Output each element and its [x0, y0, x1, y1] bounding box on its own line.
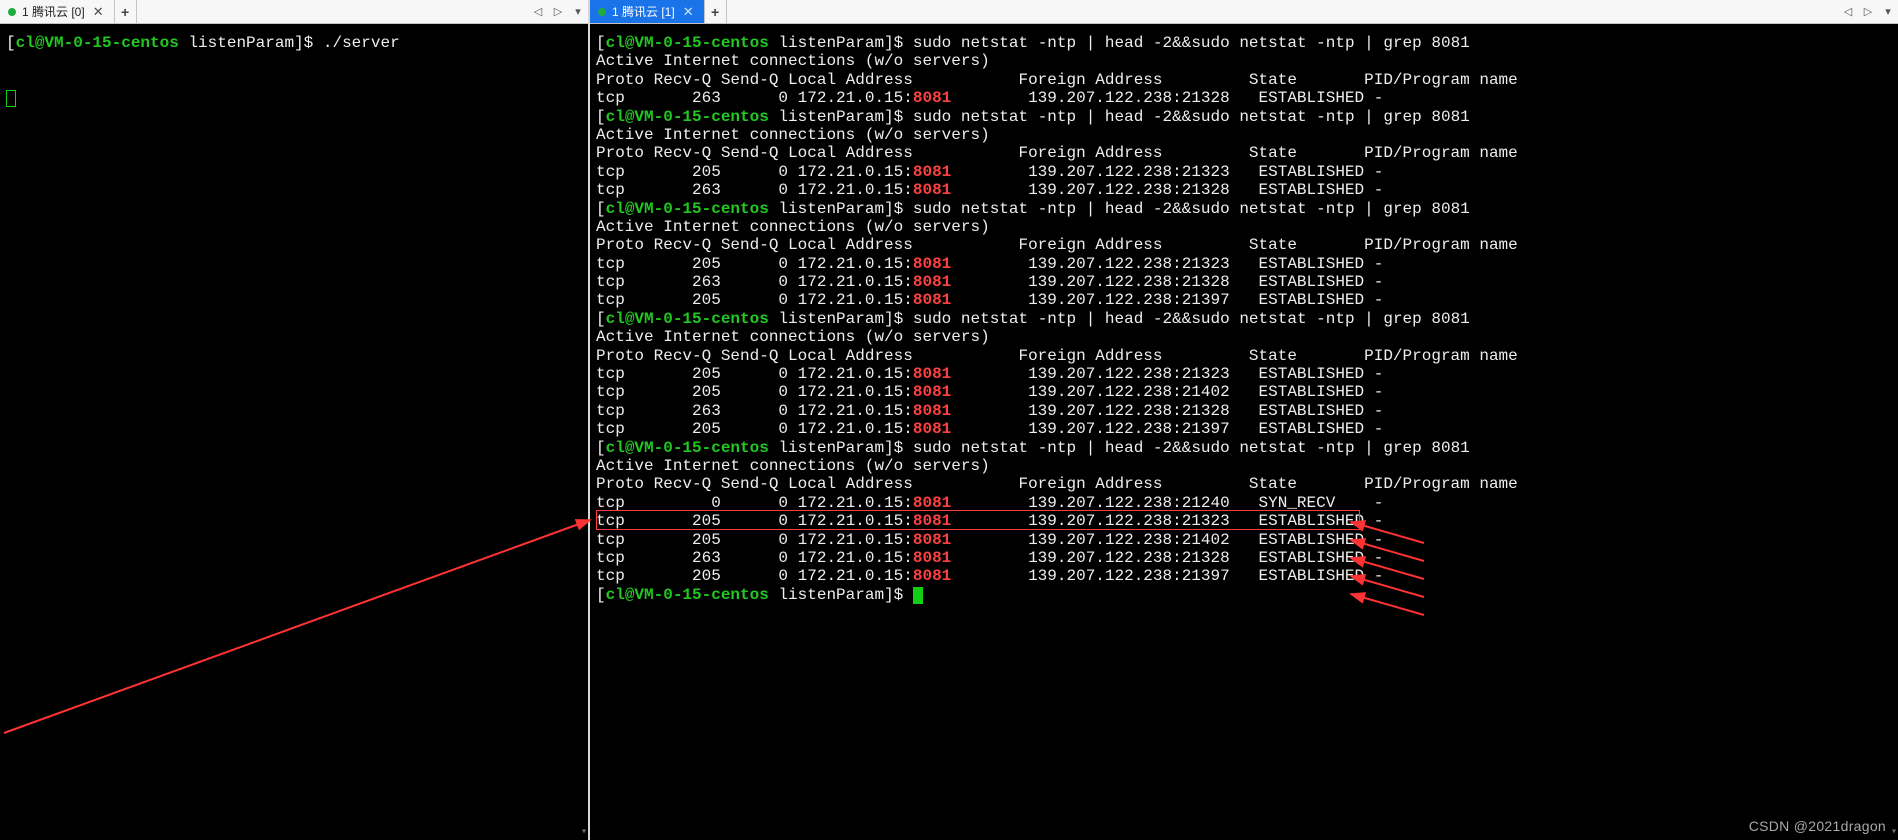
close-icon[interactable]: ✕ [683, 5, 694, 18]
netstat-header: Proto Recv-Q Send-Q Local Address Foreig… [596, 236, 1892, 254]
netstat-header: Proto Recv-Q Send-Q Local Address Foreig… [596, 475, 1892, 493]
left-tabbar: 1 腾讯云 [0] ✕ + ◁ ▷ ▾ [0, 0, 588, 24]
netstat-row: tcp 205 0 172.21.0.15:8081 139.207.122.2… [596, 365, 1892, 383]
status-dot-icon [598, 8, 606, 16]
active-connections-line: Active Internet connections (w/o servers… [596, 126, 1892, 144]
tab-right-session[interactable]: 1 腾讯云 [1] ✕ [590, 0, 705, 23]
tab-title: 1 腾讯云 [0] [22, 3, 85, 20]
plus-icon: + [711, 4, 719, 20]
close-icon[interactable]: ✕ [93, 5, 104, 18]
prompt-line: [cl@VM-0-15-centos listenParam]$ sudo ne… [596, 310, 1892, 328]
prompt-line: [cl@VM-0-15-centos listenParam]$ ./serve… [6, 34, 582, 52]
netstat-row: tcp 263 0 172.21.0.15:8081 139.207.122.2… [596, 402, 1892, 420]
tab-menu-icon[interactable]: ▾ [1878, 5, 1898, 18]
prompt-line: [cl@VM-0-15-centos listenParam]$ sudo ne… [596, 108, 1892, 126]
netstat-row: tcp 205 0 172.21.0.15:8081 139.207.122.2… [596, 163, 1892, 181]
prompt-line: [cl@VM-0-15-centos listenParam]$ sudo ne… [596, 200, 1892, 218]
right-tabbar: 1 腾讯云 [1] ✕ + ◁ ▷ ▾ [590, 0, 1898, 24]
tab-left-session[interactable]: 1 腾讯云 [0] ✕ [0, 0, 115, 23]
netstat-row: tcp 263 0 172.21.0.15:8081 139.207.122.2… [596, 89, 1892, 107]
terminal-left[interactable]: [cl@VM-0-15-centos listenParam]$ ./serve… [0, 24, 588, 840]
netstat-row: tcp 0 0 172.21.0.15:8081 139.207.122.238… [596, 494, 1892, 512]
active-connections-line: Active Internet connections (w/o servers… [596, 328, 1892, 346]
active-connections-line: Active Internet connections (w/o servers… [596, 218, 1892, 236]
plus-icon: + [121, 4, 129, 20]
tab-title: 1 腾讯云 [1] [612, 3, 675, 20]
terminal-right[interactable]: [cl@VM-0-15-centos listenParam]$ sudo ne… [590, 24, 1898, 840]
netstat-row: tcp 263 0 172.21.0.15:8081 139.207.122.2… [596, 273, 1892, 291]
watermark: CSDN @2021dragon [1749, 818, 1886, 834]
add-tab-button[interactable]: + [705, 0, 727, 23]
prompt-line: [cl@VM-0-15-centos listenParam]$ sudo ne… [596, 439, 1892, 457]
active-connections-line: Active Internet connections (w/o servers… [596, 52, 1892, 70]
netstat-row: tcp 205 0 172.21.0.15:8081 139.207.122.2… [596, 255, 1892, 273]
active-connections-line: Active Internet connections (w/o servers… [596, 457, 1892, 475]
netstat-row: tcp 205 0 172.21.0.15:8081 139.207.122.2… [596, 567, 1892, 585]
netstat-row: tcp 263 0 172.21.0.15:8081 139.207.122.2… [596, 181, 1892, 199]
tab-next-icon[interactable]: ▷ [548, 5, 568, 18]
netstat-row: tcp 205 0 172.21.0.15:8081 139.207.122.2… [596, 512, 1892, 530]
netstat-row: tcp 205 0 172.21.0.15:8081 139.207.122.2… [596, 291, 1892, 309]
tab-menu-icon[interactable]: ▾ [568, 5, 588, 18]
scroll-down-icon[interactable]: ▾ [1891, 827, 1897, 839]
netstat-header: Proto Recv-Q Send-Q Local Address Foreig… [596, 144, 1892, 162]
tab-prev-icon[interactable]: ◁ [528, 5, 548, 18]
netstat-row: tcp 205 0 172.21.0.15:8081 139.207.122.2… [596, 383, 1892, 401]
netstat-header: Proto Recv-Q Send-Q Local Address Foreig… [596, 71, 1892, 89]
tab-next-icon[interactable]: ▷ [1858, 5, 1878, 18]
add-tab-button[interactable]: + [115, 0, 137, 23]
netstat-row: tcp 205 0 172.21.0.15:8081 139.207.122.2… [596, 420, 1892, 438]
prompt-line: [cl@VM-0-15-centos listenParam]$ sudo ne… [596, 34, 1892, 52]
cursor-line [6, 89, 582, 107]
status-dot-icon [8, 8, 16, 16]
netstat-row: tcp 263 0 172.21.0.15:8081 139.207.122.2… [596, 549, 1892, 567]
left-pane: 1 腾讯云 [0] ✕ + ◁ ▷ ▾ [cl@VM-0-15-centos l… [0, 0, 590, 840]
tab-prev-icon[interactable]: ◁ [1838, 5, 1858, 18]
scroll-down-icon[interactable]: ▾ [581, 827, 587, 839]
netstat-row: tcp 205 0 172.21.0.15:8081 139.207.122.2… [596, 531, 1892, 549]
right-pane: 1 腾讯云 [1] ✕ + ◁ ▷ ▾ [cl@VM-0-15-centos l… [590, 0, 1898, 840]
prompt-line: [cl@VM-0-15-centos listenParam]$ [596, 586, 1892, 604]
netstat-header: Proto Recv-Q Send-Q Local Address Foreig… [596, 347, 1892, 365]
